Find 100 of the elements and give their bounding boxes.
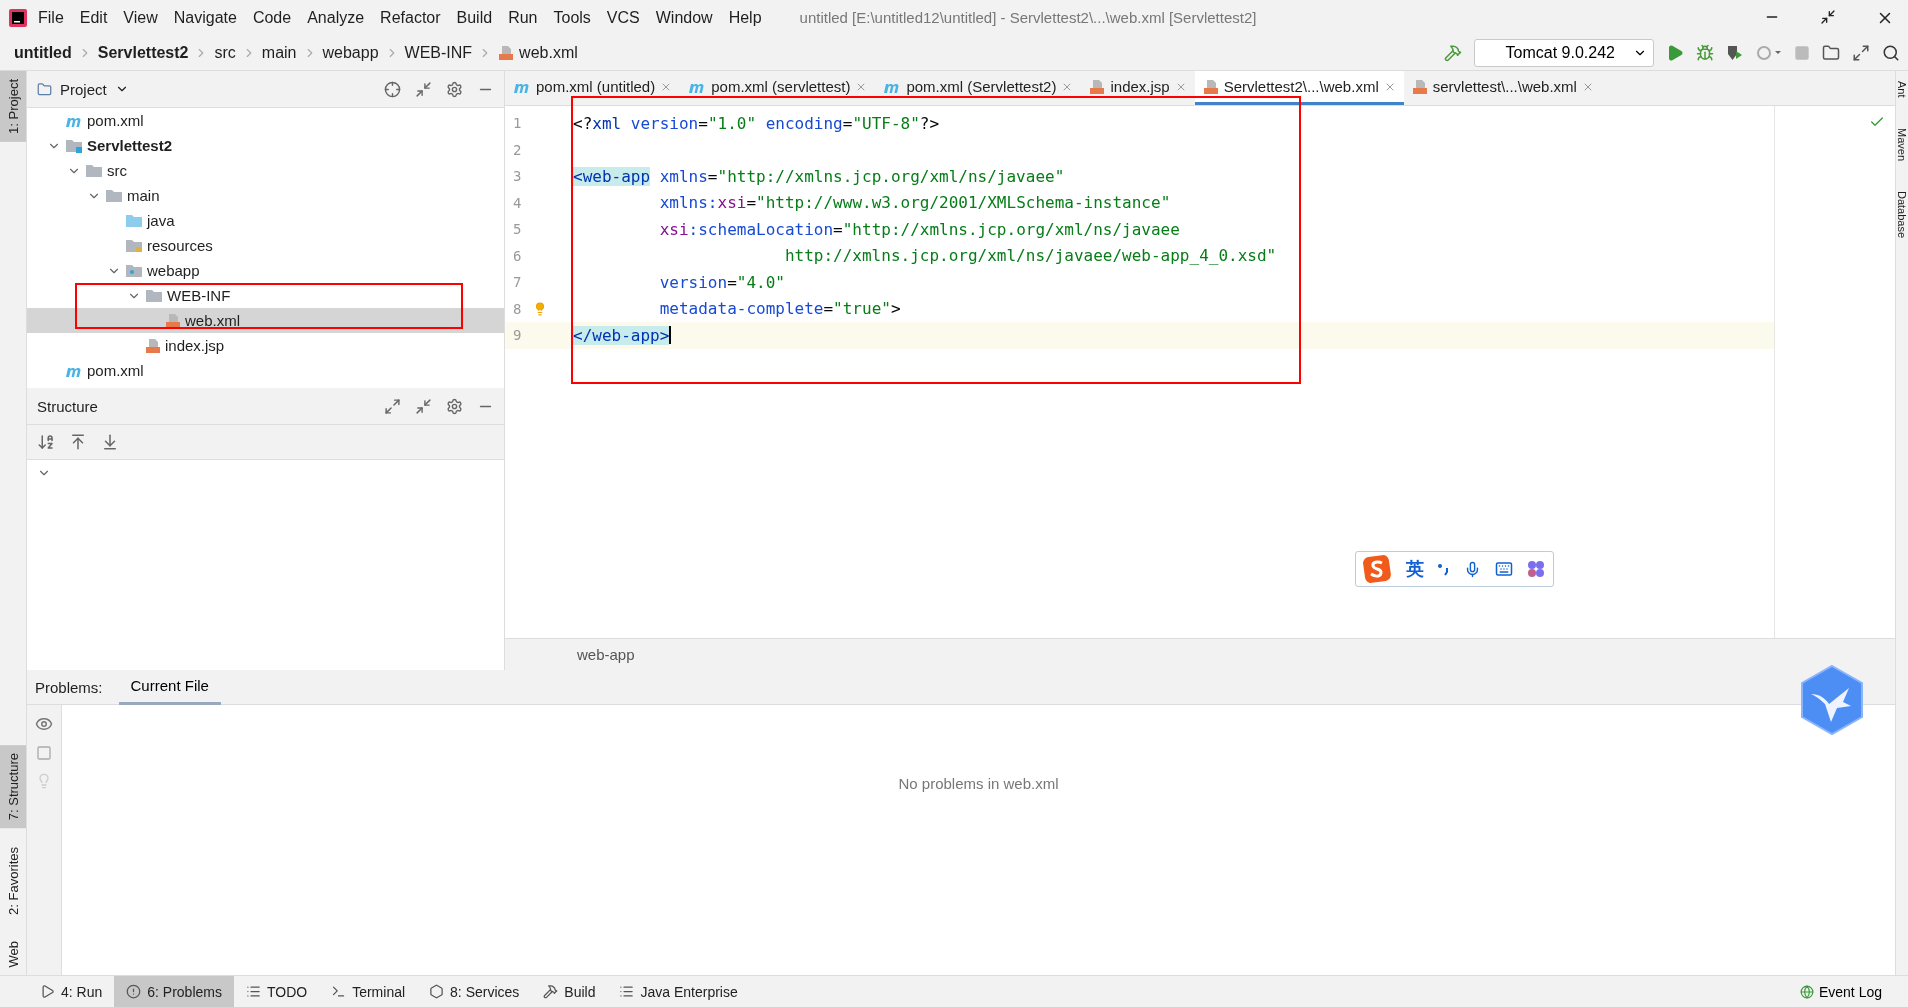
globe-icon [1799,984,1814,999]
editor-tab[interactable]: servlettest\...\web.xml [1403,71,1602,105]
menu-item[interactable]: Refactor [374,8,447,27]
punctuation-icon [1438,562,1450,576]
grid-icon[interactable] [1527,560,1545,578]
menu-item[interactable]: Tools [547,8,597,27]
web-folder-icon [125,263,143,278]
line-number: 1 [512,114,523,134]
menu-item[interactable]: Navigate [167,8,243,27]
tree-item[interactable]: Servlettest2 [27,133,504,158]
tool-window-button[interactable]: Maven [1896,127,1908,161]
tool-window-button[interactable]: TODO [233,975,320,1007]
list-icon [245,984,261,999]
tool-window-button[interactable]: 4: Run [28,975,115,1007]
tree-item[interactable]: resources [27,233,504,258]
locate-icon[interactable] [384,80,401,98]
tool-window-button[interactable]: 1: Project [0,71,26,142]
menu-item[interactable]: Run [502,8,544,27]
line-number: 5 [512,220,523,240]
settings-icon[interactable] [446,397,463,415]
tool-window-button[interactable]: 7: Structure [0,745,26,829]
code-line: <web-app xmlns="http://xmlns.jcp.org/xml/ns/javaee" [572,165,1065,188]
menu-item[interactable]: Analyze [301,8,371,27]
breadcrumb-item[interactable]: web-app [577,646,635,663]
xml-file-icon [1202,78,1219,95]
tree-item[interactable]: webapp [27,258,504,283]
tool-window-button[interactable]: 2: Favorites [0,838,26,923]
editor-tab[interactable]: Servlettest2\...\web.xml [1194,71,1404,105]
alert-icon [126,984,142,999]
hammer-icon [543,984,559,999]
code-line: version="4.0" [658,271,785,294]
search-icon[interactable] [1882,43,1900,62]
tree-item[interactable]: main [27,183,504,208]
editor-tab[interactable]: index.jsp [1081,71,1195,105]
breadcrumb-item[interactable]: web.xml [498,43,578,62]
arrow-up-icon[interactable] [69,433,87,451]
run-icon[interactable] [1666,43,1684,62]
hammer-icon[interactable] [1444,43,1462,62]
tool-window-button[interactable]: Ant [1896,81,1908,98]
tool-window-button[interactable]: Terminal [319,975,418,1007]
tree-item[interactable]: pom.xml [27,358,504,383]
editor-tab[interactable]: pom.xml (Servlettest2) [875,71,1082,105]
eye-icon[interactable] [35,715,53,733]
menu-item[interactable]: File [32,8,70,27]
editor-tab[interactable]: pom.xml (untitled) [505,71,681,105]
resources-folder-icon [125,238,143,253]
collapse-icon[interactable] [415,80,432,98]
tool-window-button[interactable]: Java Enterprise [607,975,750,1007]
breadcrumb-item[interactable]: src [214,43,236,62]
expand-icon[interactable] [384,397,401,415]
breadcrumb-item[interactable]: webapp [322,43,379,62]
sort-icon[interactable] [37,433,55,451]
tool-window-button[interactable]: 8: Services [417,975,532,1007]
shield-play-icon[interactable] [1726,43,1744,62]
breadcrumb-item[interactable]: Servlettest2 [97,43,189,62]
microphone-icon[interactable] [1464,560,1481,578]
menu-item[interactable]: Code [246,8,298,27]
menu-item[interactable]: Edit [73,8,114,27]
xml-file-icon [498,44,515,61]
jsp-file-icon [1089,78,1106,95]
tree-item[interactable]: java [27,208,504,233]
code-line: <?xml version="1.0" encoding="UTF-8"?> [572,112,940,135]
tool-window-button[interactable]: Build [531,975,608,1007]
tree-item[interactable]: src [27,158,504,183]
editor-tab[interactable]: pom.xml (servlettest) [680,71,876,105]
menu-item[interactable]: VCS [600,8,646,27]
breadcrumb-item[interactable]: WEB-INF [404,43,473,62]
folder-icon[interactable] [1822,43,1840,62]
bird-hexagon-icon[interactable] [1799,664,1865,736]
arrow-down-icon[interactable] [101,433,119,451]
line-number: 3 [512,167,523,187]
jsp-file-icon [145,337,161,354]
keyboard-icon[interactable] [1495,560,1513,578]
collapse-icon[interactable] [415,397,432,415]
breadcrumb-item[interactable]: main [261,43,297,62]
tree-item[interactable]: index.jsp [27,333,504,358]
line-number: 8 [505,295,567,322]
tool-window-button[interactable]: 6: Problems [114,975,234,1007]
settings-icon[interactable] [446,80,463,98]
tool-window-button[interactable]: Database [1896,190,1908,238]
tree-item[interactable]: web.xml [27,308,504,333]
xml-file-icon [1411,78,1428,95]
source-folder-icon [125,213,143,228]
line-number: 4 [512,193,523,213]
panel-title[interactable]: Project [60,80,107,98]
event-log-button[interactable]: Event Log [1793,982,1888,1001]
tree-item[interactable]: WEB-INF [27,283,504,308]
hexagon-icon [429,984,445,999]
run-configuration-dropdown[interactable]: Tomcat 9.0.242 [1474,38,1654,67]
menu-item[interactable]: View [117,8,164,27]
code-line: xmlns:xsi="http://www.w3.org/2001/XMLSchema-instance" [658,192,1171,215]
breadcrumb-item[interactable]: untitled [14,43,72,62]
menu-item[interactable]: Help [722,8,768,27]
input-method-toolbar[interactable]: 英 [1355,551,1554,587]
panel-title: Structure [37,397,98,415]
tree-item[interactable]: pom.xml [27,108,504,133]
bug-icon[interactable] [1696,43,1714,62]
menu-item[interactable]: Window [649,8,719,27]
menu-item[interactable]: Build [450,8,499,27]
tool-window-button[interactable]: Web [0,932,26,975]
